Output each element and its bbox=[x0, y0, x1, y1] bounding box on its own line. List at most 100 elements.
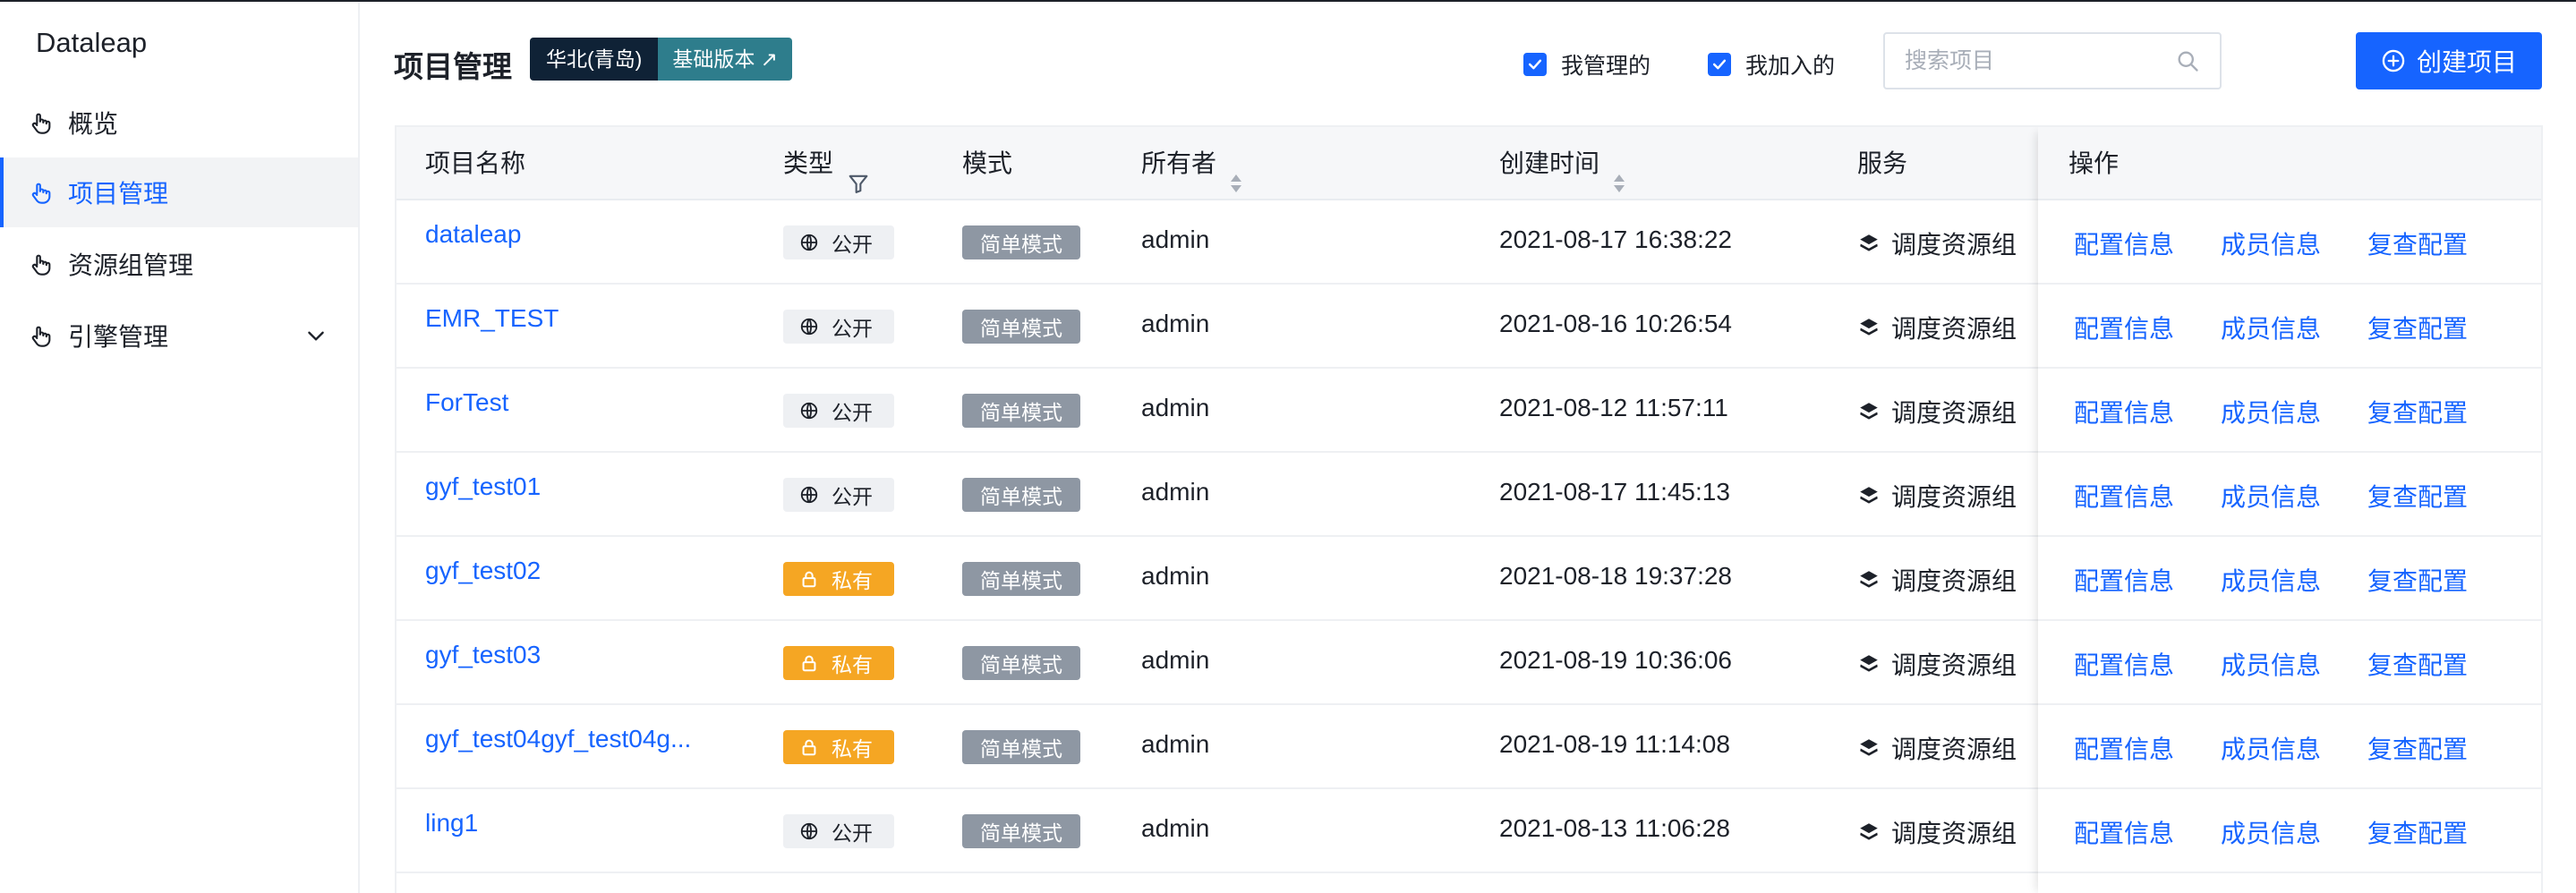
review-config-link[interactable]: 复查配置 bbox=[2367, 730, 2468, 766]
member-info-link[interactable]: 成员信息 bbox=[2221, 310, 2321, 345]
review-config-link[interactable]: 复查配置 bbox=[2367, 394, 2468, 429]
config-info-link[interactable]: 配置信息 bbox=[2074, 646, 2174, 682]
created-time-cell: 2021-08-17 11:45:13 bbox=[1499, 478, 1730, 506]
column-header-created[interactable]: 创建时间 bbox=[1499, 127, 1626, 200]
member-info-link[interactable]: 成员信息 bbox=[2221, 225, 2321, 261]
member-info-link[interactable]: 成员信息 bbox=[2221, 562, 2321, 598]
service-cell: 调度资源组 bbox=[1857, 478, 2017, 514]
project-name-link[interactable]: gyf_test03 bbox=[425, 641, 541, 669]
globe-icon bbox=[799, 233, 832, 252]
version-text: 基础版本 bbox=[672, 47, 755, 71]
created-time-cell: 2021-08-13 11:06:28 bbox=[1499, 814, 1730, 842]
layers-icon bbox=[1857, 484, 1891, 507]
member-info-link[interactable]: 成员信息 bbox=[2221, 394, 2321, 429]
service-label: 调度资源组 bbox=[1891, 231, 2017, 259]
service-label: 调度资源组 bbox=[1891, 315, 2017, 343]
member-info-link[interactable]: 成员信息 bbox=[2221, 814, 2321, 850]
service-cell: 调度资源组 bbox=[1857, 562, 2017, 598]
version-label[interactable]: 基础版本 ↗ bbox=[658, 38, 792, 81]
member-info-link[interactable]: 成员信息 bbox=[2221, 730, 2321, 766]
search-icon[interactable] bbox=[2175, 48, 2200, 73]
review-config-link[interactable]: 复查配置 bbox=[2367, 310, 2468, 345]
config-info-link[interactable]: 配置信息 bbox=[2074, 310, 2174, 345]
page-title: 项目管理 bbox=[394, 50, 512, 83]
plus-circle-icon bbox=[2381, 48, 2406, 73]
owner-cell: admin bbox=[1141, 310, 1210, 337]
table-row: gyf_test03 私有 简单模式 admin 2021-08-19 10:36:06… bbox=[397, 621, 2541, 705]
app-brand: Dataleap bbox=[36, 27, 148, 58]
filter-managed-checkbox[interactable]: 我管理的 bbox=[1523, 48, 1651, 81]
type-tag: 公开 bbox=[783, 310, 894, 344]
config-info-link[interactable]: 配置信息 bbox=[2074, 478, 2174, 514]
mode-tag: 简单模式 bbox=[962, 814, 1080, 848]
project-name-link[interactable]: gyf_test01 bbox=[425, 472, 541, 501]
sort-icon[interactable] bbox=[1229, 151, 1243, 192]
member-info-link[interactable]: 成员信息 bbox=[2221, 646, 2321, 682]
sidebar-item-label: 概览 bbox=[68, 110, 119, 138]
mode-tag: 简单模式 bbox=[962, 394, 1080, 428]
hand-pointer-icon bbox=[29, 180, 54, 205]
column-actions-label: 操作 bbox=[2068, 149, 2120, 177]
review-config-link[interactable]: 复查配置 bbox=[2367, 562, 2468, 598]
checkbox-checked-icon bbox=[1708, 53, 1731, 76]
column-header-owner[interactable]: 所有者 bbox=[1141, 127, 1243, 200]
project-name-link[interactable]: gyf_test04gyf_test04g... bbox=[425, 725, 691, 753]
sidebar-item-label: 引擎管理 bbox=[68, 323, 169, 351]
table-row: gyf_test02 私有 简单模式 admin 2021-08-18 19:37:28… bbox=[397, 537, 2541, 621]
project-name-link[interactable]: ForTest bbox=[425, 388, 508, 417]
member-info-link[interactable]: 成员信息 bbox=[2221, 478, 2321, 514]
type-label: 公开 bbox=[832, 401, 873, 424]
sidebar-item-project-management[interactable]: 项目管理 bbox=[0, 157, 358, 227]
service-label: 调度资源组 bbox=[1891, 567, 2017, 595]
sidebar-item-overview[interactable]: 概览 bbox=[0, 88, 358, 157]
mode-tag: 简单模式 bbox=[962, 478, 1080, 512]
config-info-link[interactable]: 配置信息 bbox=[2074, 562, 2174, 598]
type-label: 私有 bbox=[832, 737, 873, 761]
filter-joined-checkbox[interactable]: 我加入的 bbox=[1708, 48, 1835, 81]
filter-joined-label: 我加入的 bbox=[1745, 54, 1836, 79]
config-info-link[interactable]: 配置信息 bbox=[2074, 225, 2174, 261]
config-info-link[interactable]: 配置信息 bbox=[2074, 730, 2174, 766]
table-row: dataleap 公开 简单模式 admin 2021-08-17 16:38:22 调度… bbox=[397, 200, 2541, 285]
sidebar: Dataleap 概览 项目管理 资源组管理 引擎管理 bbox=[0, 2, 360, 893]
service-cell: 调度资源组 bbox=[1857, 646, 2017, 682]
filter-icon[interactable] bbox=[846, 151, 871, 193]
project-name-link[interactable]: gyf_test02 bbox=[425, 557, 541, 585]
sidebar-item-label: 项目管理 bbox=[68, 180, 169, 208]
checkbox-checked-icon bbox=[1523, 53, 1547, 76]
service-label: 调度资源组 bbox=[1891, 483, 2017, 511]
region-badge[interactable]: 华北(青岛) 基础版本 ↗ bbox=[530, 38, 792, 81]
hand-pointer-icon bbox=[29, 323, 54, 348]
layers-icon bbox=[1857, 821, 1891, 844]
globe-icon bbox=[799, 485, 832, 505]
created-time-cell: 2021-08-16 10:26:54 bbox=[1499, 310, 1732, 337]
config-info-link[interactable]: 配置信息 bbox=[2074, 394, 2174, 429]
review-config-link[interactable]: 复查配置 bbox=[2367, 814, 2468, 850]
config-info-link[interactable]: 配置信息 bbox=[2074, 814, 2174, 850]
service-label: 调度资源组 bbox=[1891, 820, 2017, 847]
service-cell: 调度资源组 bbox=[1857, 730, 2017, 766]
service-cell: 调度资源组 bbox=[1857, 394, 2017, 429]
chevron-down-icon[interactable] bbox=[304, 324, 328, 347]
review-config-link[interactable]: 复查配置 bbox=[2367, 225, 2468, 261]
mode-tag: 简单模式 bbox=[962, 225, 1080, 259]
sort-icon[interactable] bbox=[1612, 151, 1626, 192]
mode-tag: 简单模式 bbox=[962, 310, 1080, 344]
type-label: 公开 bbox=[832, 233, 873, 256]
project-name-link[interactable]: ling1 bbox=[425, 809, 478, 838]
owner-cell: admin bbox=[1141, 225, 1210, 253]
project-name-link[interactable]: EMR_TEST bbox=[425, 304, 559, 333]
search-input[interactable] bbox=[1905, 34, 2173, 88]
owner-cell: admin bbox=[1141, 814, 1210, 842]
layers-icon bbox=[1857, 232, 1891, 255]
type-tag: 私有 bbox=[783, 730, 894, 764]
globe-icon bbox=[799, 821, 832, 841]
project-name-link[interactable]: dataleap bbox=[425, 220, 521, 249]
review-config-link[interactable]: 复查配置 bbox=[2367, 646, 2468, 682]
service-label: 调度资源组 bbox=[1891, 736, 2017, 763]
create-project-button[interactable]: 创建项目 bbox=[2356, 32, 2542, 89]
review-config-link[interactable]: 复查配置 bbox=[2367, 478, 2468, 514]
sidebar-item-engine-management[interactable]: 引擎管理 bbox=[0, 301, 358, 370]
sidebar-item-resource-groups[interactable]: 资源组管理 bbox=[0, 229, 358, 299]
owner-cell: admin bbox=[1141, 730, 1210, 758]
